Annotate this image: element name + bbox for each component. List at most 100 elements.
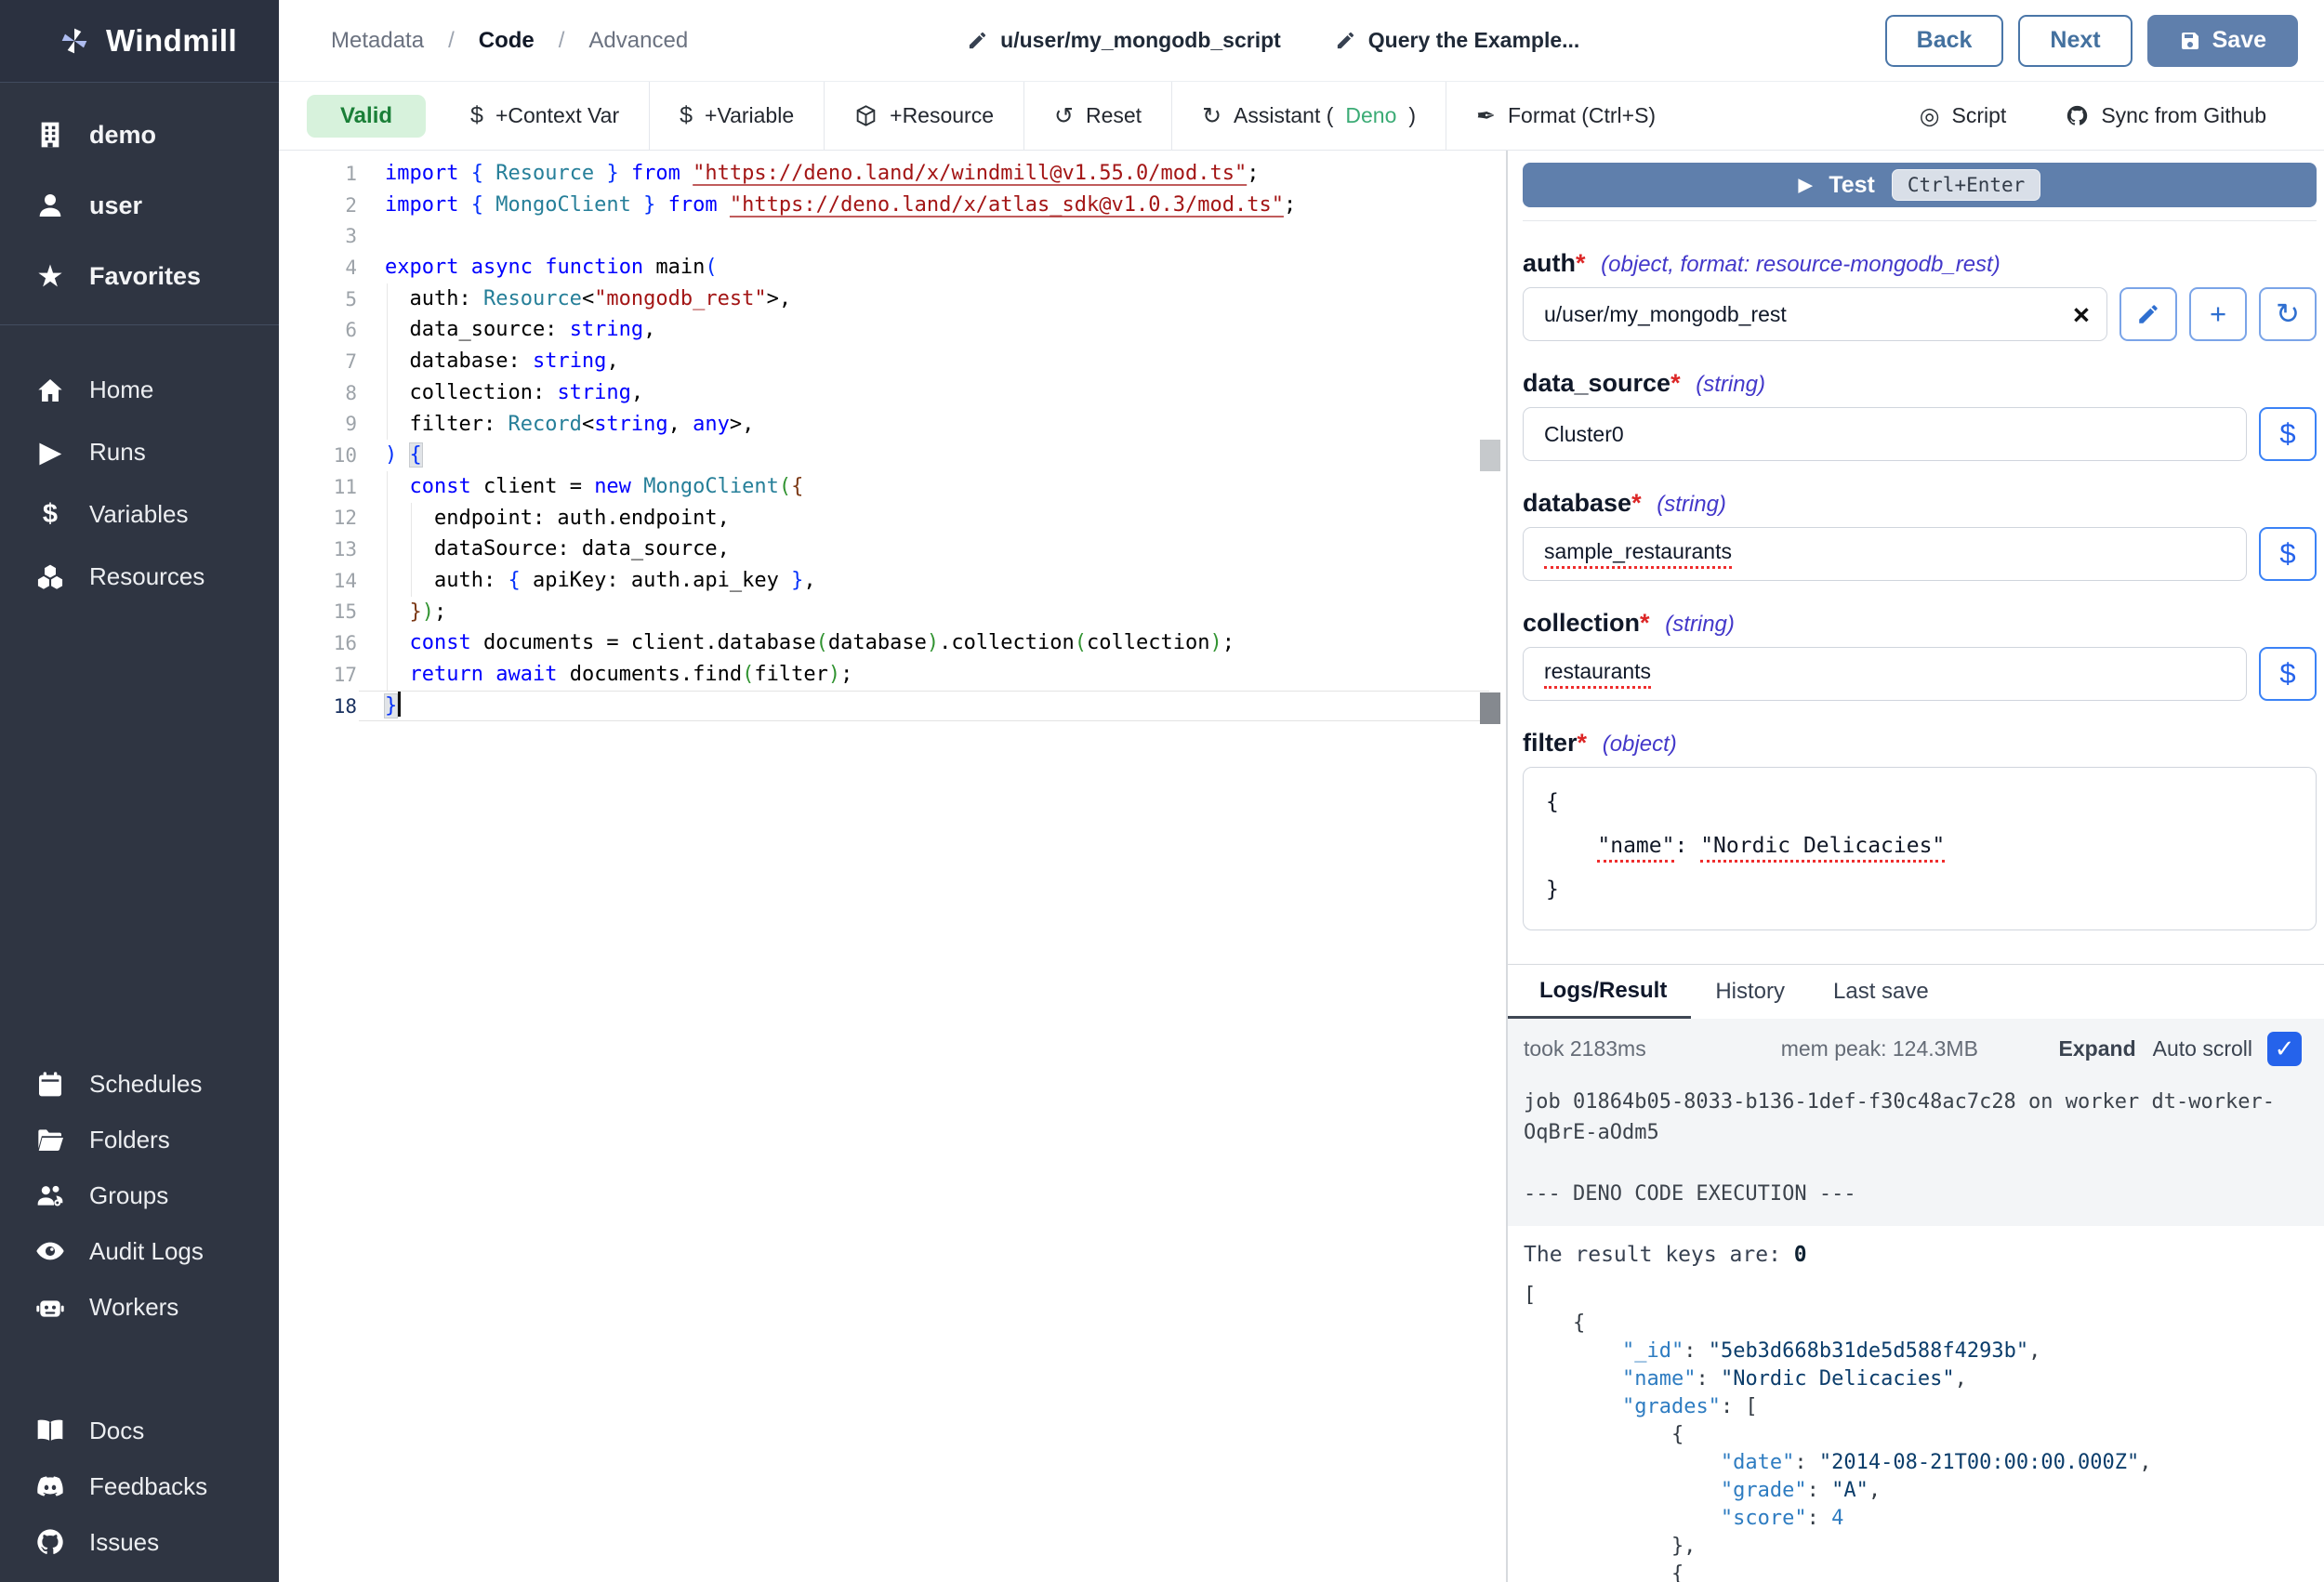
data_source-input[interactable]: Cluster0: [1523, 407, 2247, 461]
toolbar-script[interactable]: ◎Script: [1890, 82, 2037, 150]
code-token: }: [791, 569, 803, 592]
code-token: "A": [1831, 1479, 1868, 1502]
code-line: 18}: [279, 691, 1506, 722]
result-json-line: {: [1524, 1561, 2315, 1582]
sidebar-item-variables[interactable]: $Variables: [0, 483, 279, 546]
code-token: {: [1524, 1312, 1585, 1335]
code-line: 8 collection: string,: [279, 377, 1506, 409]
toolbar-variable[interactable]: $+Variable: [650, 82, 824, 150]
script-summary-chip[interactable]: Query the Example...: [1335, 28, 1580, 53]
required-asterisk: *: [1631, 489, 1642, 517]
sidebar-item-home[interactable]: Home: [0, 359, 279, 421]
code-token: dataSource: data_source,: [385, 537, 730, 560]
toolbar-context-var[interactable]: $+Context Var: [441, 82, 649, 150]
sidebar-item-favorites[interactable]: ★Favorites: [0, 241, 279, 311]
code-token: 4: [1831, 1507, 1843, 1530]
insert-variable-button[interactable]: $: [2259, 407, 2317, 461]
code-token: "https://deno.land/x/atlas_sdk@v1.0.3/mo…: [730, 193, 1284, 217]
back-button[interactable]: Back: [1885, 15, 2004, 67]
field-row-collection: restaurants$: [1523, 647, 2317, 701]
script-path-chip[interactable]: u/user/my_mongodb_script: [967, 28, 1281, 53]
valid-status-badge: Valid: [307, 95, 426, 138]
breadcrumb: Metadata/Code/Advanced: [331, 28, 688, 54]
toolbar-item-label: +Context Var: [495, 103, 619, 128]
code-token: [1546, 834, 1597, 858]
toolbar-item-label: Reset: [1086, 103, 1142, 128]
workspace-logo[interactable]: Windmill: [0, 0, 279, 83]
cubes-icon: [32, 562, 69, 592]
tab-logs-result[interactable]: Logs/Result: [1508, 965, 1691, 1019]
code-token: ;: [1222, 631, 1235, 654]
indent-guide: [387, 471, 388, 691]
sidebar-item-feedbacks[interactable]: Feedbacks: [0, 1458, 279, 1514]
clear-icon[interactable]: ×: [2073, 300, 2090, 329]
toolbar-resource[interactable]: +Resource: [825, 82, 1023, 150]
sidebar-item-workers[interactable]: Workers: [0, 1279, 279, 1335]
insert-variable-button[interactable]: $: [2259, 527, 2317, 581]
code-token: [385, 475, 410, 498]
tab-last-save[interactable]: Last save: [1809, 965, 1953, 1019]
refresh-resource-button[interactable]: ↻: [2259, 287, 2317, 341]
filter-json-editor[interactable]: { "name": "Nordic Delicacies"}: [1523, 767, 2317, 930]
code-line: 12 endpoint: auth.endpoint,: [279, 503, 1506, 534]
header-tab-advanced[interactable]: Advanced: [588, 28, 688, 54]
sidebar-item-issues[interactable]: Issues: [0, 1514, 279, 1570]
code-token: async: [471, 256, 533, 279]
expand-button[interactable]: Expand: [2059, 1036, 2136, 1061]
code-token: [385, 600, 410, 624]
play-icon: ▶: [32, 436, 69, 468]
sidebar-item-folders[interactable]: Folders: [0, 1112, 279, 1167]
sidebar-item-docs[interactable]: Docs: [0, 1403, 279, 1458]
code-token: :: [1807, 1479, 1832, 1502]
required-asterisk: *: [1576, 249, 1586, 277]
test-button[interactable]: ▶ Test Ctrl+Enter: [1523, 163, 2317, 207]
robot-icon: [32, 1292, 69, 1322]
input-value: Cluster0: [1544, 422, 1624, 447]
code-token: [1524, 1451, 1721, 1474]
code-token: [619, 162, 631, 185]
sidebar-item-demo[interactable]: demo: [0, 99, 279, 170]
save-button[interactable]: Save: [2147, 15, 2298, 67]
autoscroll-checkbox[interactable]: ✓: [2267, 1032, 2302, 1066]
sidebar-item-schedules[interactable]: Schedules: [0, 1056, 279, 1112]
code-token: {: [471, 162, 483, 185]
code-editor[interactable]: 1import { Resource } from "https://deno.…: [279, 151, 1506, 1582]
toolbar-format-ctrls[interactable]: ✒Format (Ctrl+S): [1446, 82, 1685, 150]
code-token: string: [533, 349, 606, 373]
add-resource-button[interactable]: +: [2189, 287, 2247, 341]
collection-input[interactable]: restaurants: [1523, 647, 2247, 701]
field-name: data_source: [1523, 369, 1670, 397]
code-token: collection: [1087, 631, 1209, 654]
editor-scrollbar-thumb[interactable]: [1480, 440, 1500, 471]
code-line: 13 dataSource: data_source,: [279, 534, 1506, 565]
code-line: 9 filter: Record<string, any>,: [279, 409, 1506, 441]
code-token: ): [422, 600, 434, 624]
auth-input[interactable]: u/user/my_mongodb_rest×: [1523, 287, 2107, 341]
code-token: string: [557, 381, 630, 404]
indent-guide: [411, 503, 412, 597]
sidebar-item-user[interactable]: user: [0, 170, 279, 241]
sidebar-item-resources[interactable]: Resources: [0, 546, 279, 608]
database-input[interactable]: sample_restaurants: [1523, 527, 2247, 581]
header-tab-code[interactable]: Code: [479, 28, 535, 54]
toolbar-assistant[interactable]: ↻Assistant (Deno): [1172, 82, 1446, 150]
tab-history[interactable]: History: [1691, 965, 1809, 1019]
toolbar-reset[interactable]: ↺Reset: [1024, 82, 1171, 150]
code-line: 3: [279, 220, 1506, 252]
sidebar-workspace-group: demouser★Favorites: [0, 99, 279, 311]
edit-resource-button[interactable]: [2119, 287, 2177, 341]
sidebar-footer-group: DocsFeedbacksIssues: [0, 1403, 279, 1570]
code-token: :: [1674, 834, 1700, 858]
sidebar-item-groups[interactable]: Groups: [0, 1167, 279, 1223]
test-shortcut-kbd: Ctrl+Enter: [1892, 169, 2040, 201]
code-token: {: [1524, 1423, 1684, 1446]
line-number: 13: [279, 538, 377, 560]
toolbar-sync-from-github[interactable]: Sync from Github: [2036, 82, 2296, 150]
sidebar-item-runs[interactable]: ▶Runs: [0, 421, 279, 483]
sidebar: Windmill demouser★Favorites Home▶Runs$Va…: [0, 0, 279, 1582]
code-token: {: [410, 443, 422, 467]
sidebar-item-audit-logs[interactable]: Audit Logs: [0, 1223, 279, 1279]
header-tab-metadata[interactable]: Metadata: [331, 28, 424, 54]
next-button[interactable]: Next: [2018, 15, 2132, 67]
insert-variable-button[interactable]: $: [2259, 647, 2317, 701]
